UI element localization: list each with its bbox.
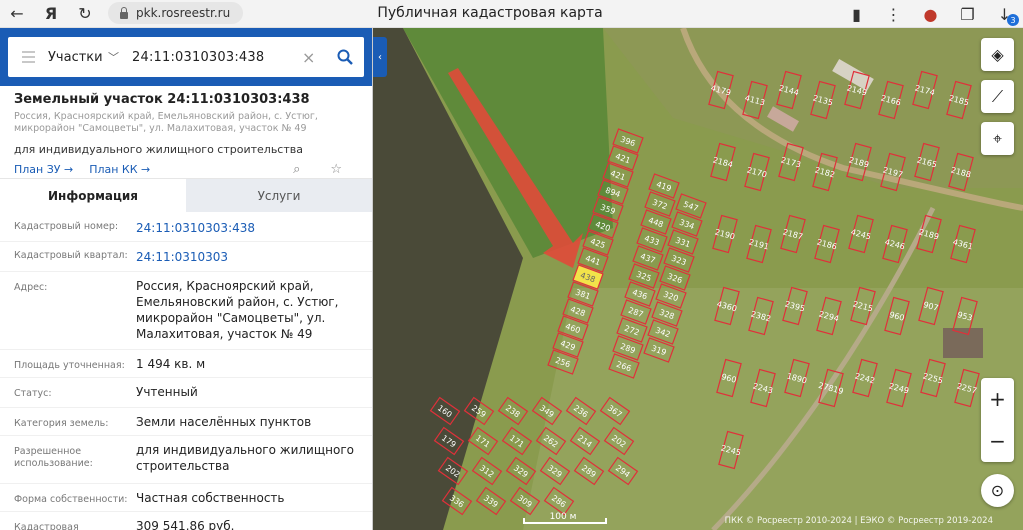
- search-icon[interactable]: [326, 49, 364, 65]
- row-value[interactable]: 24:11:0310303: [136, 249, 359, 271]
- zoom-in-button[interactable]: +: [981, 378, 1014, 420]
- object-header: Земельный участок 24:11:0310303:438 Росс…: [0, 86, 372, 177]
- page-title: Публичная кадастровая карта: [377, 5, 603, 21]
- info-row: Кадастровый номер: 24:11:0310303:438: [0, 212, 372, 242]
- row-value: для индивидуального жилищного строительс…: [136, 443, 354, 473]
- south-field: [523, 288, 1023, 530]
- row-value: Земли населённых пунктов: [136, 415, 312, 429]
- search-input[interactable]: 24:11:0310303:438: [132, 50, 302, 65]
- row-value: 309 541,86 руб.: [136, 519, 235, 530]
- object-use: для индивидуального жилищного строительс…: [14, 143, 303, 156]
- tab-info[interactable]: Информация: [0, 179, 186, 212]
- browser-toolbar: ← Я ↻ pkk.rosreestr.ru Публичная кадастр…: [0, 0, 1023, 28]
- object-title: Земельный участок 24:11:0310303:438: [14, 92, 310, 107]
- info-row: Кадастровая стоимость: 309 541,86 руб.: [0, 512, 372, 530]
- chevron-down-icon[interactable]: ﹀: [108, 49, 132, 65]
- downloads-icon[interactable]: ↓ 3: [986, 0, 1023, 28]
- map-copyright: ПКК © Росреестр 2010-2024 | ЕЭКО © Росре…: [724, 516, 993, 526]
- row-label: Кадастровый квартал:: [14, 250, 128, 261]
- ruler-button[interactable]: ⟋: [981, 80, 1014, 113]
- info-row: Адрес: Россия, Красноярский край, Емелья…: [0, 272, 372, 350]
- menu-icon[interactable]: [8, 51, 48, 63]
- info-row: Кадастровый квартал: 24:11:0310303: [0, 242, 372, 272]
- zoom-control: + −: [981, 378, 1014, 462]
- row-label: Категория земель:: [14, 418, 109, 429]
- search-box: Участки ﹀ 24:11:0310303:438 ×: [8, 37, 364, 77]
- collapse-panel-button[interactable]: ‹: [373, 37, 387, 77]
- map-view[interactable]: 396 421 421 894 359 420 425 441 438 381 428 460 429 2…: [373, 28, 1023, 530]
- url-text: pkk.rosreestr.ru: [136, 6, 231, 20]
- row-value: 1 494 кв. м: [136, 357, 206, 371]
- search-type-select[interactable]: Участки: [48, 50, 108, 65]
- downloads-badge: 3: [1007, 14, 1019, 26]
- row-value: Частная собственность: [136, 491, 285, 505]
- row-label: Форма собственности:: [14, 494, 128, 505]
- row-label: Адрес:: [14, 282, 48, 293]
- protect-icon[interactable]: ●: [912, 0, 949, 28]
- plan-zu-link[interactable]: План ЗУ →: [14, 163, 73, 176]
- row-value: Учтенный: [136, 385, 198, 399]
- clear-icon[interactable]: ×: [302, 48, 326, 67]
- info-panel: Участки ﹀ 24:11:0310303:438 × Земельный …: [0, 28, 373, 530]
- more-icon[interactable]: ⋮: [875, 0, 912, 28]
- row-label: Площадь уточненная:: [14, 360, 125, 371]
- object-address: Россия, Красноярский край, Емельяновский…: [14, 111, 318, 134]
- row-label: Статус:: [14, 388, 52, 399]
- scale-bar: 100 м: [523, 512, 607, 524]
- compass-button[interactable]: ⊙: [981, 474, 1014, 507]
- search-strip: Участки ﹀ 24:11:0310303:438 ×: [0, 28, 372, 86]
- bookmark-icon[interactable]: ▮: [838, 0, 875, 28]
- row-label: Кадастровая стоимость:: [14, 522, 79, 530]
- info-row: Форма собственности: Частная собственнос…: [0, 484, 372, 512]
- reload-icon[interactable]: ↻: [68, 0, 102, 28]
- row-label: Разрешенное использование:: [14, 446, 93, 469]
- info-row: Площадь уточненная: 1 494 кв. м: [0, 350, 372, 378]
- back-arrow-icon[interactable]: ←: [0, 0, 34, 28]
- info-row: Разрешенное использование: для индивидуа…: [0, 436, 372, 484]
- row-value[interactable]: 24:11:0310303:438: [136, 220, 359, 241]
- collections-icon[interactable]: ❐: [949, 0, 986, 28]
- yandex-logo-icon[interactable]: Я: [34, 0, 68, 28]
- locate-button[interactable]: ⌖: [981, 122, 1014, 155]
- lock-icon: [118, 7, 130, 19]
- row-label: Кадастровый номер:: [14, 221, 119, 232]
- tabs: Информация Услуги: [0, 178, 372, 212]
- layers-button[interactable]: ◈: [981, 38, 1014, 71]
- row-value: Россия, Красноярский край, Емельяновский…: [136, 279, 339, 341]
- address-bar[interactable]: pkk.rosreestr.ru: [108, 2, 243, 24]
- info-row: Статус: Учтенный: [0, 378, 372, 408]
- info-row: Категория земель: Земли населённых пункт…: [0, 408, 372, 436]
- tab-services[interactable]: Услуги: [186, 179, 372, 212]
- search-on-map-icon[interactable]: ⌕: [293, 162, 300, 177]
- info-rows: Кадастровый номер: 24:11:0310303:438 Кад…: [0, 212, 372, 530]
- satellite-map: 3964214218943594204254414383814284604292…: [373, 28, 1023, 530]
- star-icon[interactable]: ☆: [330, 162, 342, 177]
- plans-row: План ЗУ → План КК → ⌕ ☆: [14, 162, 358, 177]
- zoom-out-button[interactable]: −: [981, 420, 1014, 462]
- plan-kk-link[interactable]: План КК →: [89, 163, 150, 176]
